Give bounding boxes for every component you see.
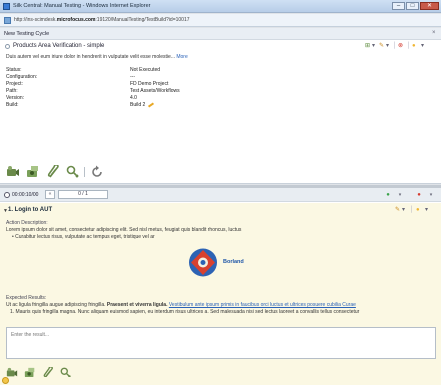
build-value: Build 2: [130, 102, 146, 108]
test-steps-panel: 00:00:10/00 « 0 / 1 ● ▾ ● ▾ ▼ 1. Login t…: [0, 188, 441, 385]
test-title: Products Area Verification - simple: [13, 43, 105, 49]
step-title: 1. Login to AUT: [8, 207, 53, 213]
borland-logo-icon: [189, 248, 217, 277]
test-status-radio-icon[interactable]: [5, 44, 10, 49]
expected-results-item: 1. Mauris quis fringilla magna. Nunc ali…: [10, 309, 360, 315]
step-counter: 0 / 1: [58, 190, 108, 199]
url-field[interactable]: http://ins-scimdesk.microfocus.com:19120…: [14, 17, 436, 25]
status-icon[interactable]: ●: [412, 43, 416, 50]
property-row: Configuration: ---: [6, 74, 306, 81]
more-link[interactable]: More: [176, 54, 187, 60]
property-key: Project:: [6, 81, 23, 87]
fail-status-icon[interactable]: ●: [414, 190, 424, 200]
footer-bar: [0, 377, 441, 385]
description-text: Duis autem vel eum iriure dolor in hendr…: [6, 54, 175, 60]
close-window-button[interactable]: ✕: [420, 2, 439, 10]
separator: │: [393, 43, 397, 49]
expected-text-link[interactable]: Vestibulum ante ipsum primis in faucibus…: [169, 302, 356, 308]
action-description-label: Action Description:: [6, 220, 48, 226]
expected-text-bold: Praesent et viverra ligula.: [106, 302, 168, 308]
borland-logo-text: Borland: [223, 259, 244, 265]
property-row: Project: FD Demo Project: [6, 81, 306, 88]
property-value: Test Assets/Workflows: [130, 88, 180, 94]
test-title-actions: ⊞ ▾ ✎ ▾ │ ⊗ │ ● ▾: [365, 43, 437, 51]
clock-icon: [4, 192, 10, 198]
property-value: Build 2: [130, 102, 155, 108]
property-value: 4.0: [130, 95, 137, 101]
ie-app-icon: [3, 3, 10, 10]
attach-icon[interactable]: ⊞: [365, 43, 370, 50]
property-key: Status:: [6, 67, 22, 73]
expected-results-text: Ut ac ligula fringilla augue adipiscing …: [6, 302, 356, 308]
property-key: Configuration:: [6, 74, 38, 80]
step-navigation-bar: 00:00:10/00 « 0 / 1 ● ▾ ● ▾: [0, 188, 441, 202]
video-capture-icon[interactable]: [6, 165, 20, 179]
property-row: Version: 4.0: [6, 95, 306, 102]
borland-logo: Borland: [186, 246, 256, 279]
status-dropdown-icon[interactable]: ▾: [421, 43, 424, 50]
window-title: Silk Central: Manual Testing - Windows I…: [13, 3, 151, 9]
test-details-panel: New Testing Cycle × Products Area Verifi…: [0, 28, 441, 184]
step-content: ▼ 1. Login to AUT ✎ ▾ │ ● ▾ Action Descr…: [0, 203, 441, 385]
close-icon[interactable]: ×: [432, 30, 436, 36]
info-icon[interactable]: [2, 377, 9, 384]
link-icon[interactable]: [66, 165, 80, 179]
step-edit-icon[interactable]: ✎: [395, 207, 400, 214]
separator: │: [410, 207, 414, 213]
action-description-bullet: • Curabitur lectus risus, vulputate ac t…: [12, 234, 155, 240]
property-key: Path:: [6, 88, 18, 94]
execution-timer: 00:00:10/00: [12, 192, 39, 198]
page-icon: [4, 17, 11, 24]
testing-cycle-title: New Testing Cycle: [4, 31, 50, 37]
screenshot-icon[interactable]: [26, 165, 40, 179]
test-properties: Status: Not Executed Configuration: --- Pr…: [6, 67, 306, 109]
property-value: FD Demo Project: [130, 81, 169, 87]
expected-results-label: Expected Results:: [6, 295, 47, 301]
edit-dropdown-icon[interactable]: ▾: [386, 43, 389, 50]
attach-dropdown-icon[interactable]: ▾: [372, 43, 375, 50]
attachment-icon[interactable]: [46, 165, 60, 179]
step-title-row: ▼ 1. Login to AUT ✎ ▾ │ ● ▾: [0, 207, 441, 216]
url-domain: microfocus.com: [56, 17, 96, 23]
pass-status-icon[interactable]: ●: [383, 190, 393, 200]
step-status-dropdown-icon[interactable]: ▾: [425, 207, 428, 214]
property-value: Not Executed: [130, 67, 161, 73]
test-toolbar: [6, 165, 166, 179]
refresh-icon[interactable]: [90, 165, 104, 179]
expected-text-plain: Ut ac ligula fringilla augue adipiscing …: [6, 302, 107, 308]
toolbar-separator: [84, 167, 85, 177]
result-input[interactable]: [6, 327, 436, 359]
url-suffix: :19120/ManualTesting/TestBuild?id=10017: [95, 17, 190, 23]
test-title-row: Products Area Verification - simple ⊞ ▾ …: [0, 41, 441, 52]
separator: │: [407, 43, 411, 49]
url-prefix: http://ins-scimdesk.: [14, 17, 57, 23]
edit-icon[interactable]: ✎: [379, 43, 384, 50]
property-value: ---: [130, 74, 135, 80]
property-key: Build:: [6, 102, 19, 108]
edit-build-icon[interactable]: [148, 102, 155, 108]
window-titlebar: Silk Central: Manual Testing - Windows I…: [0, 0, 441, 13]
property-row: Status: Not Executed: [6, 67, 306, 74]
minimize-button[interactable]: –: [392, 2, 405, 10]
step-status-icon[interactable]: ●: [416, 207, 420, 214]
action-description-text: Lorem ipsum dolor sit amet, consectetur …: [6, 227, 242, 233]
property-key: Version:: [6, 95, 25, 101]
maximize-button[interactable]: □: [406, 2, 419, 10]
fail-dropdown-icon[interactable]: ▾: [427, 190, 435, 200]
step-actions: ✎ ▾ │ ● ▾: [395, 207, 439, 215]
testing-cycle-header: New Testing Cycle ×: [0, 28, 441, 40]
property-row: Path: Test Assets/Workflows: [6, 88, 306, 95]
address-bar: http://ins-scimdesk.microfocus.com:19120…: [0, 14, 441, 27]
property-row: Build: Build 2: [6, 102, 306, 109]
defect-icon[interactable]: ⊗: [398, 43, 403, 50]
test-description: Duis autem vel eum iriure dolor in hendr…: [6, 54, 436, 60]
pass-dropdown-icon[interactable]: ▾: [396, 190, 404, 200]
previous-step-button[interactable]: «: [45, 190, 55, 199]
step-edit-dropdown-icon[interactable]: ▾: [402, 207, 405, 214]
